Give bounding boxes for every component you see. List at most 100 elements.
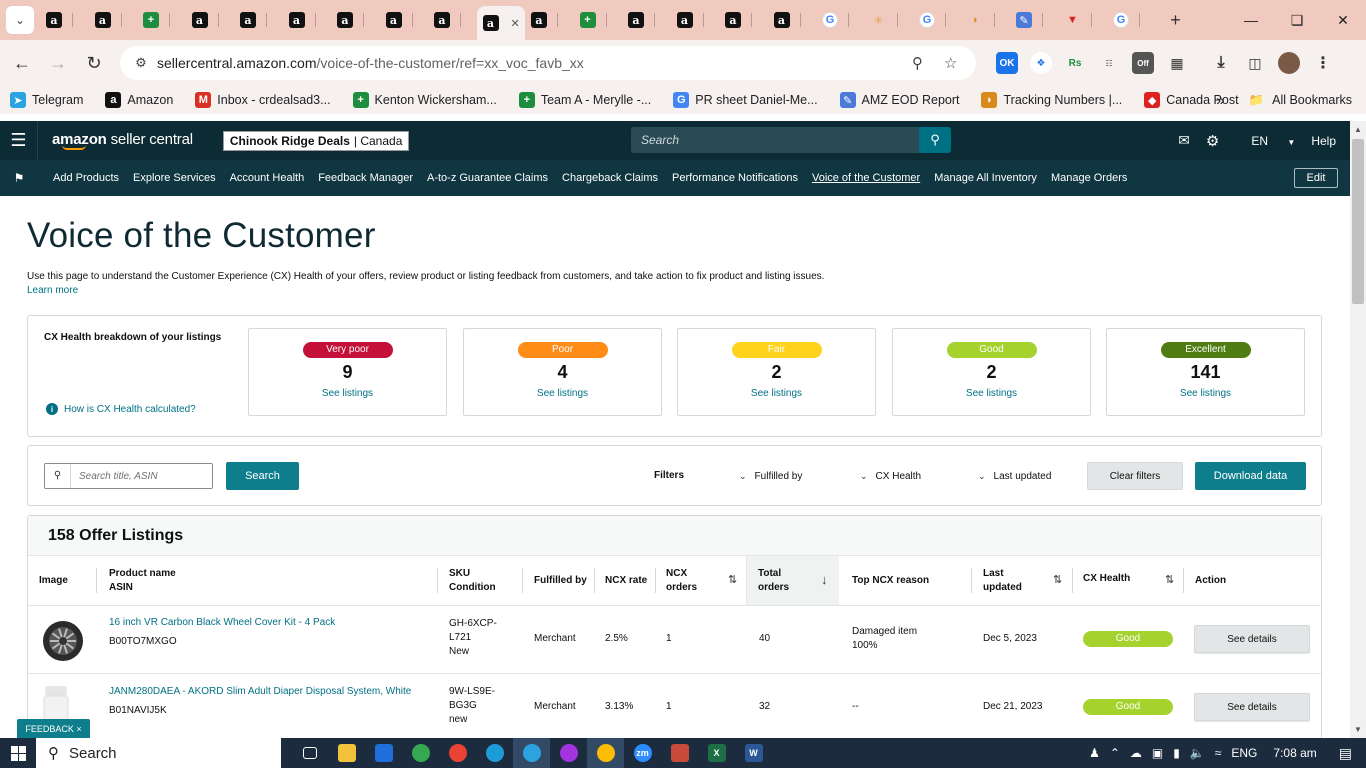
- close-tab-icon[interactable]: ✕: [511, 17, 520, 30]
- scroll-down-icon[interactable]: ▼: [1354, 725, 1362, 734]
- device-icon[interactable]: ▣: [1152, 746, 1163, 760]
- chrome-active-icon[interactable]: [587, 738, 624, 768]
- bookmark-item[interactable]: + Team A - Merylle -...: [518, 92, 651, 108]
- browser-tab[interactable]: a: [40, 5, 89, 35]
- all-bookmarks-button[interactable]: All Bookmarks: [1272, 93, 1352, 107]
- see-listings-link[interactable]: See listings: [249, 388, 446, 399]
- bookmarks-overflow-button[interactable]: »: [1216, 92, 1224, 109]
- windows-start-icon[interactable]: [0, 738, 36, 768]
- edit-nav-button[interactable]: Edit: [1294, 168, 1338, 188]
- chrome-profile-icon[interactable]: [439, 738, 476, 768]
- app-icon[interactable]: [661, 738, 698, 768]
- col-ncx-orders[interactable]: NCX orders: [666, 567, 697, 595]
- language-selector[interactable]: EN ▼: [1235, 134, 1295, 148]
- restore-button[interactable]: ❏: [1274, 0, 1320, 40]
- col-product-name[interactable]: Product name ASIN: [109, 567, 176, 595]
- seller-search-input[interactable]: Search: [631, 127, 919, 153]
- see-details-button[interactable]: See details: [1194, 625, 1310, 653]
- scrollbar-thumb[interactable]: [1352, 139, 1364, 304]
- col-last-updated[interactable]: Last updated: [983, 567, 1022, 595]
- nav-link-manage-orders[interactable]: Manage Orders: [1051, 172, 1127, 184]
- seller-search-button[interactable]: ⚲: [919, 127, 951, 153]
- minimize-button[interactable]: —: [1228, 0, 1274, 40]
- download-data-button[interactable]: Download data: [1195, 462, 1306, 490]
- bookmark-item[interactable]: + Kenton Wickersham...: [352, 92, 497, 108]
- browser-tab[interactable]: a: [671, 5, 720, 35]
- back-button[interactable]: ←: [4, 45, 40, 81]
- gear-icon[interactable]: ⚙: [1206, 132, 1219, 150]
- nav-link-explore-services[interactable]: Explore Services: [133, 172, 216, 184]
- taskbar-search[interactable]: ⚲ Search: [36, 738, 281, 768]
- browser-tab[interactable]: a: [380, 5, 429, 35]
- rs-extension-icon[interactable]: Rs: [1064, 52, 1086, 74]
- col-cx-health[interactable]: CX Health: [1083, 572, 1130, 586]
- browser-tab[interactable]: +: [574, 5, 623, 35]
- see-details-button[interactable]: See details: [1194, 693, 1310, 721]
- excel-icon[interactable]: X: [698, 738, 735, 768]
- browser-tab[interactable]: +: [137, 5, 186, 35]
- volume-icon[interactable]: 🔈: [1190, 746, 1205, 760]
- bookmark-item[interactable]: ✎ AMZ EOD Report: [839, 92, 959, 108]
- bookmark-item[interactable]: M Inbox - crdealsad3...: [195, 92, 331, 108]
- zoom-app-icon[interactable]: zm: [624, 738, 661, 768]
- feedback-button[interactable]: FEEDBACK ×: [17, 719, 90, 738]
- network-icon[interactable]: ☁: [1130, 746, 1142, 760]
- help-link[interactable]: Help: [1311, 134, 1336, 148]
- messenger-icon[interactable]: [550, 738, 587, 768]
- browser-tab[interactable]: a: [428, 5, 477, 35]
- forward-button[interactable]: →: [40, 45, 76, 81]
- browser-tab[interactable]: ✎: [1010, 5, 1059, 35]
- tray-overflow-icon[interactable]: ⌃: [1110, 746, 1120, 760]
- product-image[interactable]: [41, 619, 85, 668]
- side-panel-icon[interactable]: ◫: [1244, 52, 1266, 74]
- store-switcher[interactable]: Chinook Ridge Deals | Canada: [222, 130, 410, 151]
- browser-tab[interactable]: a: [622, 5, 671, 35]
- nav-link-account-health[interactable]: Account Health: [230, 172, 305, 184]
- new-tab-button[interactable]: +: [1162, 6, 1190, 34]
- browser-tab[interactable]: a: [719, 5, 768, 35]
- extension-icon[interactable]: ❖: [1030, 52, 1052, 74]
- learn-more-link[interactable]: Learn more: [27, 285, 78, 296]
- clock[interactable]: 7:08 am: [1273, 746, 1316, 760]
- wifi-icon[interactable]: ≈: [1215, 746, 1222, 760]
- browser-tab[interactable]: G: [1107, 5, 1156, 35]
- browser-tab[interactable]: a: [283, 5, 332, 35]
- browser-tab[interactable]: G: [913, 5, 962, 35]
- browser-tab[interactable]: a: [234, 5, 283, 35]
- reload-button[interactable]: ↻: [76, 45, 112, 81]
- bookmark-item[interactable]: a Amazon: [105, 92, 173, 108]
- scroll-up-icon[interactable]: ▲: [1354, 125, 1362, 134]
- extensions-puzzle-icon[interactable]: ▦: [1166, 52, 1188, 74]
- chrome-icon[interactable]: [402, 738, 439, 768]
- sort-descending-icon[interactable]: ↓: [821, 572, 828, 587]
- see-listings-link[interactable]: See listings: [678, 388, 875, 399]
- see-listings-link[interactable]: See listings: [1107, 388, 1304, 399]
- mail-app-icon[interactable]: [365, 738, 402, 768]
- browser-tab[interactable]: G: [816, 5, 865, 35]
- profile-avatar[interactable]: [1278, 52, 1300, 74]
- telegram-app-icon[interactable]: [513, 738, 550, 768]
- browser-tab[interactable]: ▼: [1059, 5, 1108, 35]
- nav-link-chargeback-claims[interactable]: Chargeback Claims: [562, 172, 658, 184]
- sort-icon[interactable]: ⇅: [1165, 573, 1174, 586]
- browser-tab[interactable]: a: [186, 5, 235, 35]
- hamburger-menu-icon[interactable]: ☰: [0, 121, 38, 160]
- close-window-button[interactable]: ✕: [1320, 0, 1366, 40]
- bookmark-item[interactable]: ➤ Telegram: [10, 92, 83, 108]
- bookmark-star-icon[interactable]: ☆: [944, 54, 957, 72]
- tab-search-button[interactable]: ⌄: [6, 6, 34, 34]
- clear-filters-button[interactable]: Clear filters: [1087, 462, 1183, 490]
- login-extension-icon[interactable]: ☷: [1098, 52, 1120, 74]
- input-language[interactable]: ENG: [1231, 746, 1257, 760]
- bookmark-item[interactable]: G PR sheet Daniel-Me...: [673, 92, 818, 108]
- battery-icon[interactable]: ▮: [1173, 746, 1180, 760]
- ok-extension-icon[interactable]: OK: [996, 52, 1018, 74]
- nav-link-manage-all-inventory[interactable]: Manage All Inventory: [934, 172, 1037, 184]
- nav-link-a-to-z-guarantee-claims[interactable]: A-to-z Guarantee Claims: [427, 172, 548, 184]
- browser-tab[interactable]: a: [525, 5, 574, 35]
- bookmark-item[interactable]: ◗ Tracking Numbers |...: [981, 92, 1122, 108]
- site-info-icon[interactable]: ⚙: [126, 55, 156, 71]
- off-extension-icon[interactable]: Off: [1132, 52, 1154, 74]
- address-bar[interactable]: ⚙ sellercentral.amazon.com/voice-of-the-…: [120, 46, 976, 80]
- download-icon[interactable]: ⤓: [1210, 52, 1232, 74]
